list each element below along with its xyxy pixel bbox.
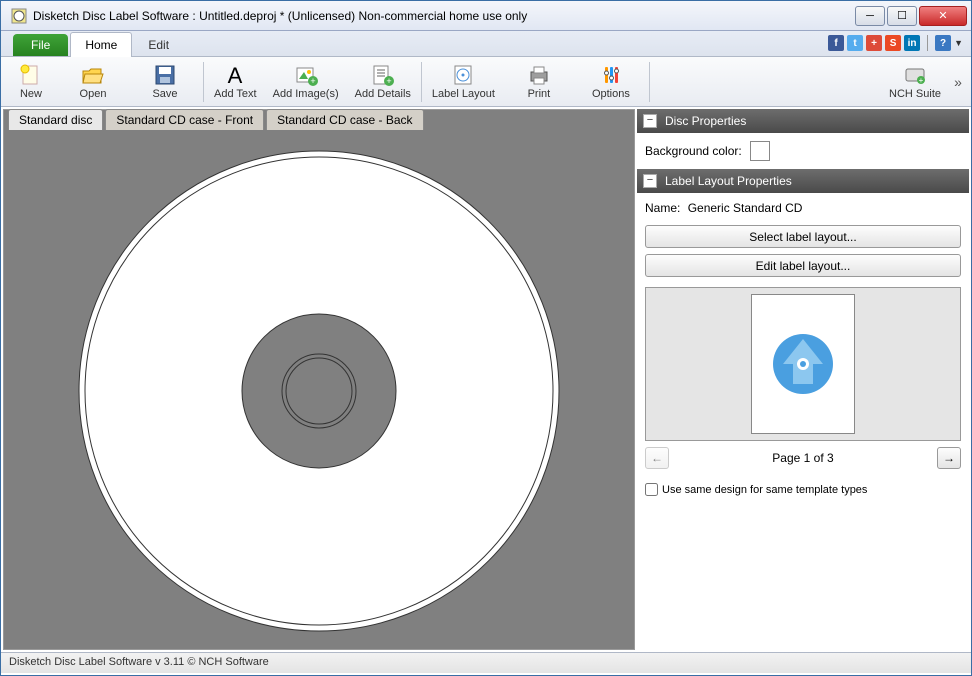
options-button[interactable]: Options: [575, 58, 647, 106]
nch-suite-button[interactable]: + NCH Suite: [881, 58, 949, 106]
toolbar-overflow-icon[interactable]: »: [949, 58, 967, 106]
toolbar-separator: [203, 62, 204, 102]
add-images-icon: +: [294, 63, 318, 87]
twitter-icon[interactable]: t: [847, 35, 863, 51]
status-bar: Disketch Disc Label Software v 3.11 © NC…: [1, 652, 971, 673]
social-separator: [927, 35, 928, 51]
tab-home[interactable]: Home: [70, 32, 132, 57]
svg-text:+: +: [919, 76, 924, 85]
layout-name-label: Name:: [645, 201, 680, 215]
toolbar-separator: [421, 62, 422, 102]
open-button[interactable]: Open: [57, 58, 129, 106]
stumbleupon-icon[interactable]: S: [885, 35, 901, 51]
close-button[interactable]: ✕: [919, 6, 967, 26]
print-button[interactable]: Print: [503, 58, 575, 106]
collapse-icon[interactable]: −: [643, 174, 657, 188]
same-design-checkbox[interactable]: [645, 483, 658, 496]
same-design-row[interactable]: Use same design for same template types: [645, 483, 961, 496]
save-icon: [153, 63, 177, 87]
layout-properties-title: Label Layout Properties: [665, 174, 792, 188]
minimize-button[interactable]: ─: [855, 6, 885, 26]
bg-color-label: Background color:: [645, 144, 742, 158]
disc-properties-title: Disc Properties: [665, 114, 746, 128]
page-next-button[interactable]: →: [937, 447, 961, 469]
page-prev-button[interactable]: ←: [645, 447, 669, 469]
svg-text:+: +: [386, 76, 391, 86]
help-dropdown-icon[interactable]: ▼: [954, 38, 963, 48]
save-button[interactable]: Save: [129, 58, 201, 106]
toolbar-separator: [649, 62, 650, 102]
same-design-label: Use same design for same template types: [662, 484, 867, 496]
app-icon: [11, 8, 27, 24]
new-button[interactable]: New: [5, 58, 57, 106]
layout-preview: [645, 287, 961, 441]
toolbar: New Open Save A Add Text + Add Image(s) …: [1, 57, 971, 107]
page-indicator: Page 1 of 3: [772, 451, 833, 465]
titlebar: Disketch Disc Label Software : Untitled.…: [1, 1, 971, 31]
select-layout-button[interactable]: Select label layout...: [645, 225, 961, 248]
disc-properties-header: − Disc Properties: [637, 109, 969, 133]
page-thumbnail[interactable]: [751, 294, 855, 434]
label-layout-button[interactable]: Label Layout: [424, 58, 503, 106]
maximize-button[interactable]: ☐: [887, 6, 917, 26]
options-icon: [599, 63, 623, 87]
disc-canvas[interactable]: [4, 132, 634, 649]
facebook-icon[interactable]: f: [828, 35, 844, 51]
add-text-button[interactable]: A Add Text: [206, 58, 265, 106]
edit-layout-button[interactable]: Edit label layout...: [645, 254, 961, 277]
add-details-button[interactable]: + Add Details: [347, 58, 419, 106]
linkedin-icon[interactable]: in: [904, 35, 920, 51]
print-icon: [527, 63, 551, 87]
svg-text:+: +: [310, 76, 315, 86]
doc-tab-cd-back[interactable]: Standard CD case - Back: [266, 109, 423, 130]
side-panel: − Disc Properties Background color: − La…: [637, 109, 969, 650]
bg-color-swatch[interactable]: [750, 141, 770, 161]
ribbon-tabs: File Home Edit f t + S in ? ▼: [1, 31, 971, 57]
svg-text:A: A: [228, 63, 243, 87]
nch-suite-icon: +: [903, 63, 927, 87]
canvas-area: Standard disc Standard CD case - Front S…: [3, 109, 635, 650]
open-icon: [81, 63, 105, 87]
help-icon[interactable]: ?: [935, 35, 951, 51]
add-details-icon: +: [371, 63, 395, 87]
google-plus-icon[interactable]: +: [866, 35, 882, 51]
collapse-icon[interactable]: −: [643, 114, 657, 128]
layout-name-value: Generic Standard CD: [688, 201, 803, 215]
new-icon: [19, 63, 43, 87]
window-title: Disketch Disc Label Software : Untitled.…: [33, 9, 855, 23]
tab-edit[interactable]: Edit: [134, 33, 183, 57]
status-text: Disketch Disc Label Software v 3.11 © NC…: [9, 656, 269, 668]
file-tab[interactable]: File: [13, 34, 68, 56]
add-text-icon: A: [223, 63, 247, 87]
doc-tab-standard-disc[interactable]: Standard disc: [8, 109, 103, 130]
doc-tab-cd-front[interactable]: Standard CD case - Front: [105, 109, 264, 130]
add-images-button[interactable]: + Add Image(s): [265, 58, 347, 106]
disc-preview: [69, 141, 569, 641]
layout-properties-header: − Label Layout Properties: [637, 169, 969, 193]
label-layout-icon: [451, 63, 475, 87]
